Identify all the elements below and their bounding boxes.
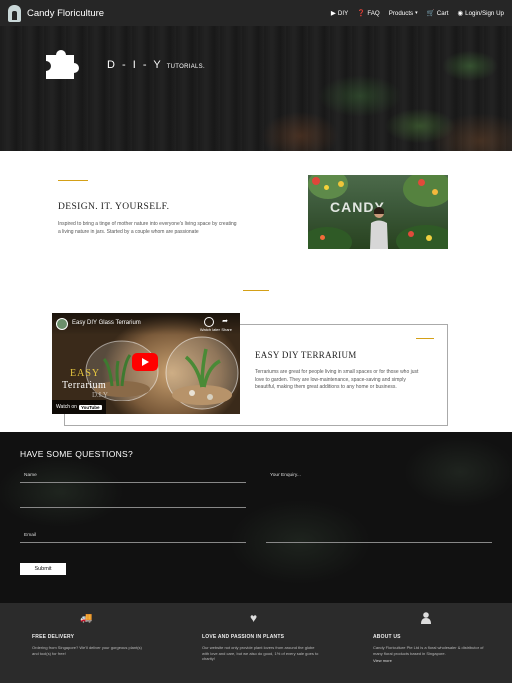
brand-logo-icon: [8, 4, 21, 22]
view-more-link[interactable]: View more: [373, 658, 483, 664]
enquiry-underline: [266, 542, 492, 543]
video-overlay-terrarium: Terrarium: [62, 380, 107, 391]
card-text: Terrariums are great for people living i…: [255, 369, 419, 391]
watch-on-label: Watch on: [56, 404, 77, 410]
caret-down-icon: ▾: [415, 10, 418, 16]
play-icon: ▶: [330, 10, 336, 17]
user-circle-icon: ◉: [457, 10, 464, 17]
nav-item-cart[interactable]: 🛒 Cart: [426, 9, 449, 18]
name-field[interactable]: Name: [24, 473, 37, 478]
store-photo: CANDY: [308, 175, 448, 249]
truck-icon: 🚚: [80, 613, 93, 624]
watch-later-label: Watch later: [199, 327, 220, 332]
nav-item-label: Products: [388, 9, 414, 17]
footer-text-love: Our website not only provide plant lover…: [202, 645, 319, 662]
nav-item-label: FAQ: [367, 9, 380, 17]
video-overlay-easy: EASY: [70, 368, 101, 379]
nav-item-label: Login/Sign Up: [465, 9, 504, 17]
submit-button[interactable]: Submit: [20, 563, 66, 575]
youtube-logo: YouTube: [78, 404, 102, 410]
gold-divider: [58, 180, 88, 181]
clock-icon[interactable]: [204, 317, 214, 327]
gold-divider: [416, 338, 434, 339]
hero-title: D - I - Y TUTORIALS.: [107, 59, 205, 71]
footer-text-about: Candy Floriculture Pte Ltd is a floral w…: [373, 645, 484, 656]
nav-item-diy[interactable]: ▶ DIY: [330, 9, 349, 18]
channel-avatar[interactable]: [56, 318, 68, 330]
user-icon: [421, 612, 431, 624]
nav-item-login[interactable]: ◉ Login/Sign Up: [457, 9, 504, 18]
brand-name: Candy Floriculture: [27, 7, 105, 19]
watch-on-youtube-button[interactable]: Watch on YouTube: [52, 400, 106, 414]
nav-item-label: Cart: [436, 9, 449, 17]
share-label: Share: [221, 327, 232, 332]
question-icon: ❓: [357, 10, 366, 17]
video-title[interactable]: Easy DIY Glass Terrarium: [72, 320, 141, 326]
person-figure: [370, 207, 388, 249]
heart-icon: ♥: [250, 611, 258, 625]
name-underline: [20, 482, 246, 483]
video-overlay-diy: D.I.Y: [92, 391, 108, 399]
brand[interactable]: Candy Floriculture: [8, 4, 105, 22]
footer-title-love: LOVE AND PASSION IN PLANTS: [202, 634, 285, 640]
nav-item-products[interactable]: Products ▾: [389, 10, 418, 17]
diy-text: Inspired to bring a tinge of mother natu…: [58, 221, 237, 235]
share-icon[interactable]: ➦: [222, 317, 228, 325]
nav-item-label: DIY: [337, 9, 349, 17]
footer-title-about: ABOUT US: [373, 634, 401, 640]
navbar: Candy Floriculture ▶ DIY ❓ FAQ Products …: [0, 0, 512, 26]
cart-icon: 🛒: [426, 10, 435, 17]
contact-title: HAVE SOME QUESTIONS?: [20, 449, 134, 459]
hero-subtitle: TUTORIALS.: [166, 64, 205, 70]
nav-menu: ▶ DIY ❓ FAQ Products ▾ 🛒 Cart ◉ Login/Si…: [330, 9, 504, 18]
email-field[interactable]: Email: [24, 533, 36, 538]
hero-title-text: D - I - Y: [107, 59, 163, 71]
terrarium-jar-right: [165, 336, 239, 410]
footer-text-delivery: Ordering from Singapore? We'll deliver y…: [32, 645, 142, 656]
field-underline: [20, 507, 246, 508]
nav-item-faq[interactable]: ❓ FAQ: [357, 9, 380, 18]
diy-heading: DESIGN. IT. YOURSELF.: [58, 202, 170, 212]
puzzle-piece-icon: [46, 50, 80, 79]
email-underline: [20, 542, 246, 543]
footer-title-delivery: FREE DELIVERY: [32, 634, 75, 640]
gold-divider: [243, 290, 269, 291]
play-button[interactable]: [132, 353, 158, 371]
youtube-embed[interactable]: Easy DIY Glass Terrarium Watch later ➦ S…: [52, 313, 240, 414]
card-heading: EASY DIY TERRARIUM: [255, 350, 357, 360]
enquiry-textarea[interactable]: Your Enquiry...: [270, 473, 301, 478]
